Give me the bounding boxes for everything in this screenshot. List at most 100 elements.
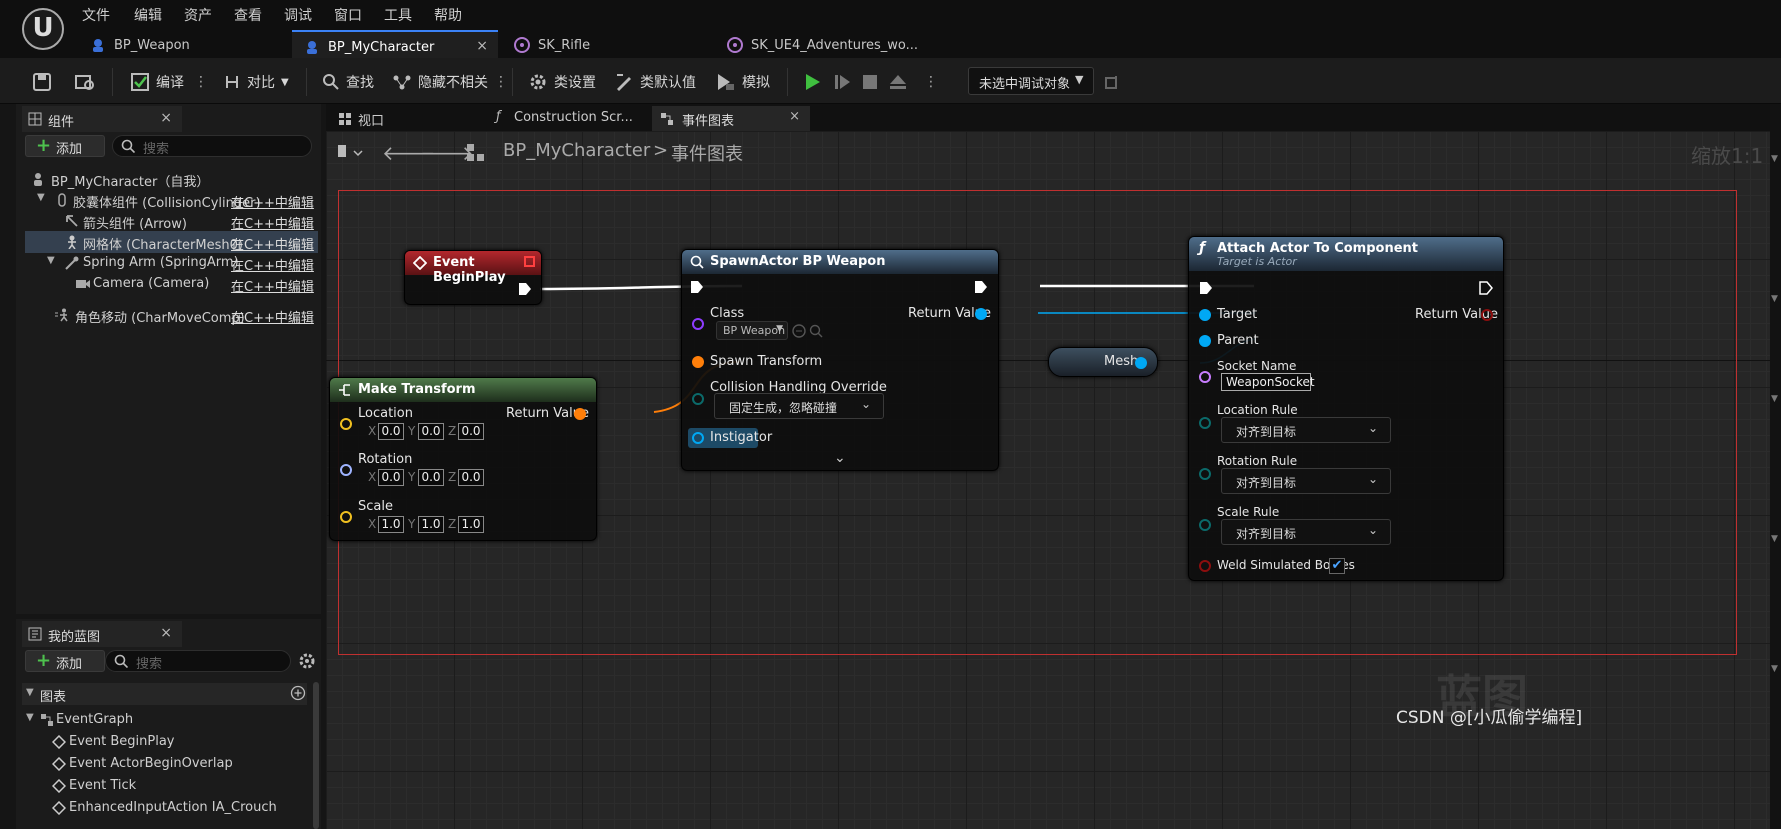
tab-bp-mycharacter[interactable]: BP_MyCharacter × [292,30,498,58]
menu-debug[interactable]: 调试 [284,5,312,25]
compile-button[interactable]: 编译 [130,70,184,94]
location-pin[interactable] [340,418,352,430]
menu-file[interactable]: 文件 [82,5,110,25]
node-spawn-actor[interactable]: SpawnActor BP Weapon Class BP Weapon ▼ R… [681,249,999,471]
tab-sk-ue4-adventures[interactable]: SK_UE4_Adventures_wo... [715,30,918,58]
location-y-input[interactable]: 0.0 [418,423,444,440]
socket-name-pin[interactable] [1199,371,1211,383]
edit-in-cpp-link[interactable]: 在C++中编辑 [231,307,314,326]
exec-pin-out[interactable] [974,280,988,294]
weld-checkbox[interactable]: ✔ [1329,558,1345,574]
component-mesh[interactable]: 网格体 (CharacterMesh0) 在C++中编辑 [25,231,318,253]
location-rule-select[interactable]: 对齐到目标 ⌄ [1221,417,1391,443]
weld-pin[interactable] [1199,560,1211,572]
simulate-button[interactable]: 模拟 [714,70,770,94]
compile-options-icon[interactable]: ⋮ [194,70,208,94]
instigator-pin[interactable] [692,432,704,444]
chevron-down-icon[interactable]: ▼ [1771,394,1778,404]
edit-in-cpp-link[interactable]: 在C++中编辑 [231,234,314,253]
location-z-input[interactable]: 0.0 [458,423,484,440]
component-capsule[interactable]: ▼ 胶囊体组件 (CollisionCylinder) 在C++中编辑 [25,189,318,211]
debug-target-select[interactable]: 未选中调试对象 ▼ [968,67,1094,95]
collision-select[interactable]: 固定生成，忽略碰撞 ⌄ [714,393,884,419]
close-icon[interactable]: × [160,625,172,641]
socket-name-input[interactable]: WeaponSocket [1221,373,1315,391]
tab-sk-rifle[interactable]: SK_Rifle [502,30,710,58]
menu-tools[interactable]: 工具 [384,5,412,25]
edit-in-cpp-link[interactable]: 在C++中编辑 [231,255,314,274]
diff-button[interactable]: 对比 ▼ [223,70,289,94]
class-select[interactable]: BP Weapon ▼ [716,321,788,340]
rotation-rule-select[interactable]: 对齐到目标 ⌄ [1221,468,1391,494]
event-item[interactable]: Event Tick [22,775,315,797]
node-attach-actor[interactable]: ƒ Attach Actor To Component Target is Ac… [1188,236,1504,581]
play-icon[interactable] [802,70,822,94]
browse-asset-icon[interactable] [792,323,824,339]
stop-icon[interactable] [860,70,880,94]
target-pin[interactable] [1199,309,1211,321]
chevron-down-icon[interactable]: ▼ [1771,534,1778,544]
rotation-rule-pin[interactable] [1199,468,1211,480]
edit-in-cpp-link[interactable]: 在C++中编辑 [231,213,314,232]
hide-unrelated-button[interactable]: 隐藏不相关 [392,70,488,94]
chevron-down-icon[interactable]: ▼ [1771,154,1778,164]
play-options-icon[interactable]: ⋮ [924,70,938,94]
exec-pin-out[interactable] [518,282,532,296]
node-event-beginplay[interactable]: Event BeginPlay [404,250,542,305]
add-member-button[interactable]: + 添加 [25,650,105,672]
graphs-section-header[interactable]: ▼ 图表 [22,683,307,705]
scale-pin[interactable] [340,511,352,523]
class-pin[interactable] [692,318,704,330]
chevron-down-icon[interactable]: ▼ [1771,294,1778,304]
exec-pin-in[interactable] [1199,281,1213,295]
edit-in-cpp-link[interactable]: 在C++中编辑 [231,192,314,211]
my-blueprint-tab[interactable]: 我的蓝图 × [22,621,182,647]
save-icon[interactable] [32,70,52,94]
menu-asset[interactable]: 资产 [184,5,212,25]
component-arrow[interactable]: 箭头组件 (Arrow) 在C++中编辑 [25,210,318,232]
close-icon[interactable]: × [476,38,488,54]
rotation-y-input[interactable]: 0.0 [418,469,444,486]
component-camera[interactable]: Camera (Camera) 在C++中编辑 [25,273,318,295]
components-search-input[interactable]: 搜索 [112,135,312,157]
event-graph-canvas[interactable]: 🡐 🡒 BP_MyCharacter > 事件图表 缩放1:1 Event Be… [326,131,1770,829]
instigator-row[interactable]: Instigator [688,428,772,448]
scale-z-input[interactable]: 1.0 [458,516,484,533]
edit-in-cpp-link[interactable]: 在C++中编辑 [231,276,314,295]
scale-x-input[interactable]: 1.0 [378,516,404,533]
graph-item-eventgraph[interactable]: ▼ EventGraph [22,709,315,731]
eject-icon[interactable] [888,70,908,94]
rotation-x-input[interactable]: 0.0 [378,469,404,486]
mesh-pin-out[interactable] [1135,357,1147,369]
unreal-logo-icon[interactable]: U [22,8,64,50]
close-icon[interactable]: × [160,110,172,126]
event-item[interactable]: Event ActorBeginOverlap [22,753,315,775]
close-icon[interactable]: × [789,109,800,124]
scale-y-input[interactable]: 1.0 [418,516,444,533]
expand-icon[interactable]: ⌄ [834,450,846,466]
step-icon[interactable] [832,70,852,94]
scale-rule-select[interactable]: 对齐到目标 ⌄ [1221,519,1391,545]
node-make-transform[interactable]: Make Transform Return Value Location X 0… [329,377,597,541]
transform-pin-out[interactable] [574,408,586,420]
gear-icon[interactable] [298,652,316,670]
menu-help[interactable]: 帮助 [434,5,462,25]
debug-filter-icon[interactable] [1104,70,1122,94]
actor-pin-out[interactable] [975,308,987,320]
bool-pin-out[interactable] [1481,309,1493,321]
scale-rule-pin[interactable] [1199,519,1211,531]
location-x-input[interactable]: 0.0 [378,423,404,440]
hide-options-icon[interactable]: ⋮ [494,70,508,94]
find-button[interactable]: 查找 [322,70,374,94]
location-rule-pin[interactable] [1199,417,1211,429]
components-tab[interactable]: 组件 × [22,106,182,132]
tab-event-graph[interactable]: 事件图表 × [652,106,810,131]
exec-pin-in[interactable] [690,280,704,294]
menu-window[interactable]: 窗口 [334,5,362,25]
event-item[interactable]: Event BeginPlay [22,731,315,753]
add-component-button[interactable]: + 添加 [25,135,105,157]
browse-icon[interactable] [74,70,96,94]
collision-pin[interactable] [692,393,704,405]
rotation-pin[interactable] [340,464,352,476]
chevron-down-icon[interactable]: ▼ [1771,664,1778,674]
